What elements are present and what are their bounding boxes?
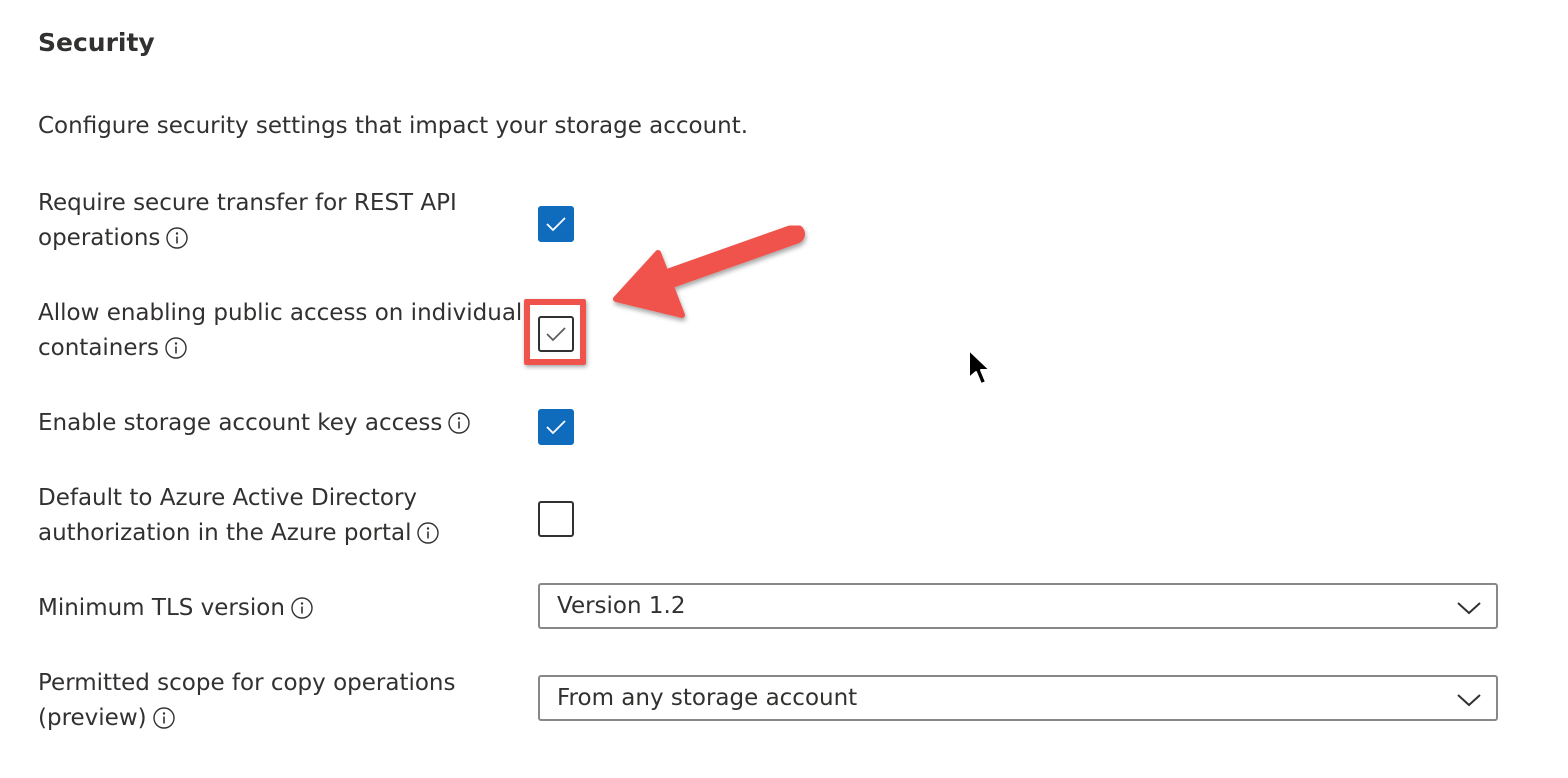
- info-icon[interactable]: [152, 707, 175, 729]
- tls-version-value: Version 1.2: [557, 593, 686, 619]
- secure-transfer-label-line2: operations: [38, 225, 161, 251]
- mouse-cursor-icon: [968, 349, 991, 385]
- section-title: Security: [38, 28, 155, 57]
- tls-version-dropdown[interactable]: Version 1.2: [538, 583, 1498, 629]
- info-icon[interactable]: [291, 597, 313, 619]
- checkmark-icon: [546, 217, 566, 232]
- key-access-checkbox[interactable]: [538, 409, 574, 445]
- copy-scope-value: From any storage account: [557, 685, 858, 711]
- copy-scope-dropdown[interactable]: From any storage account: [538, 675, 1498, 721]
- chevron-down-icon: [1457, 602, 1481, 615]
- copy-scope-label-line1: Permitted scope for copy operations: [38, 670, 456, 696]
- secure-transfer-label: Require secure transfer for REST API ope…: [38, 186, 538, 256]
- public-access-label-line1: Allow enabling public access on individu…: [38, 300, 523, 326]
- public-access-label: Allow enabling public access on individu…: [38, 296, 538, 366]
- aad-default-label-line2: authorization in the Azure portal: [38, 520, 412, 546]
- aad-default-label: Default to Azure Active Directory author…: [38, 481, 538, 551]
- secure-transfer-label-line1: Require secure transfer for REST API: [38, 190, 457, 216]
- info-icon[interactable]: [166, 227, 189, 249]
- aad-default-checkbox[interactable]: [538, 501, 574, 537]
- key-access-label: Enable storage account key access: [38, 406, 538, 441]
- aad-default-label-line1: Default to Azure Active Directory: [38, 485, 418, 511]
- info-icon[interactable]: [448, 412, 471, 434]
- section-description: Configure security settings that impact …: [38, 113, 749, 139]
- chevron-down-icon: [1457, 694, 1481, 707]
- checkmark-icon: [546, 420, 566, 435]
- key-access-label-text: Enable storage account key access: [38, 410, 443, 436]
- tls-label-text: Minimum TLS version: [38, 595, 285, 621]
- public-access-label-line2: containers: [38, 335, 159, 361]
- annotation-highlight-box: [524, 299, 586, 365]
- tls-label: Minimum TLS version: [38, 591, 538, 626]
- secure-transfer-checkbox[interactable]: [538, 206, 574, 242]
- info-icon[interactable]: [417, 522, 440, 544]
- copy-scope-label-line2: (preview): [38, 705, 147, 731]
- copy-scope-label: Permitted scope for copy operations (pre…: [38, 666, 538, 736]
- security-settings-page: Security Configure security settings tha…: [0, 0, 1568, 778]
- info-icon[interactable]: [165, 337, 187, 359]
